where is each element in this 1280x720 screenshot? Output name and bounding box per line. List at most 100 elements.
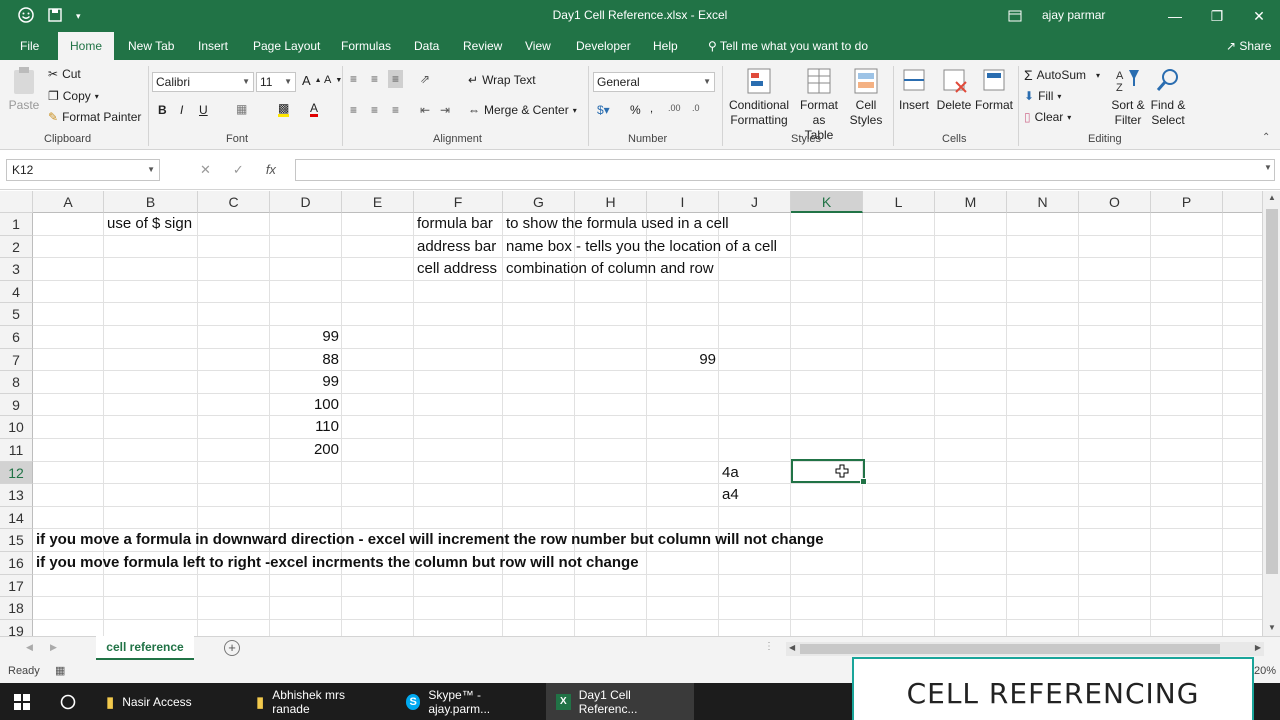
- horizontal-scroll-thumb[interactable]: [800, 644, 1220, 654]
- scroll-down-icon[interactable]: ▼: [1268, 623, 1276, 632]
- autosum-button[interactable]: Σ AutoSum ▾: [1024, 67, 1100, 83]
- cell-d8[interactable]: 99: [270, 371, 339, 393]
- taskbar-item-nasir-access[interactable]: ▮ Nasir Access: [96, 683, 238, 720]
- column-header-d[interactable]: D: [270, 191, 342, 213]
- format-as-table-button[interactable]: Format as Table: [793, 66, 845, 143]
- column-header-n[interactable]: N: [1007, 191, 1079, 213]
- tab-view[interactable]: View: [517, 32, 559, 60]
- decrease-decimal-icon[interactable]: .0: [692, 103, 700, 113]
- align-left-icon[interactable]: ≡: [350, 103, 357, 117]
- underline-icon[interactable]: U: [199, 103, 208, 117]
- delete-cells-button[interactable]: Delete: [935, 66, 973, 113]
- cell-g2[interactable]: name box - tells you the location of a c…: [506, 236, 777, 258]
- orientation-icon[interactable]: ⇗: [420, 72, 430, 86]
- column-header-b[interactable]: B: [104, 191, 198, 213]
- cortana-button[interactable]: [50, 683, 90, 720]
- row-header-7[interactable]: 7: [0, 348, 33, 372]
- font-name-select[interactable]: Calibri ▼: [152, 72, 254, 92]
- decrease-font-icon[interactable]: A ▼: [324, 74, 342, 86]
- column-header-o[interactable]: O: [1079, 191, 1151, 213]
- decrease-indent-icon[interactable]: ⇤: [420, 103, 430, 117]
- vertical-scrollbar[interactable]: ▲ ▼: [1262, 191, 1280, 636]
- row-header-9[interactable]: 9: [0, 393, 33, 417]
- active-cell-selection[interactable]: [791, 459, 867, 485]
- tell-me-search[interactable]: ⚲ Tell me what you want to do: [700, 32, 876, 60]
- tab-insert[interactable]: Insert: [190, 32, 236, 60]
- row-header-11[interactable]: 11: [0, 439, 33, 462]
- column-header-m[interactable]: M: [935, 191, 1007, 213]
- start-button[interactable]: [4, 683, 44, 720]
- tab-file[interactable]: File: [12, 32, 47, 60]
- row-header-17[interactable]: 17: [0, 574, 33, 598]
- copy-button[interactable]: ❐ Copy ▾: [48, 89, 99, 103]
- fill-button[interactable]: ⬇ Fill ▾: [1024, 89, 1061, 103]
- scroll-up-icon[interactable]: ▲: [1268, 193, 1276, 202]
- taskbar-item-abhishek[interactable]: ▮ Abhishek mrs ranade: [246, 683, 394, 720]
- row-header-19[interactable]: 19: [0, 619, 33, 636]
- cell-a16[interactable]: if you move formula left to right -excel…: [36, 552, 639, 574]
- cell-a15[interactable]: if you move a formula in downward direct…: [36, 529, 824, 551]
- user-name[interactable]: ajay parmar: [1042, 8, 1105, 22]
- cell-d9[interactable]: 100: [270, 394, 339, 416]
- row-header-10[interactable]: 10: [0, 416, 33, 439]
- find-select-button[interactable]: Find & Select: [1148, 66, 1188, 128]
- align-top-icon[interactable]: ≡: [350, 72, 357, 86]
- sheet-tab-cell-reference[interactable]: cell reference: [96, 636, 194, 660]
- comma-style-icon[interactable]: ,: [650, 103, 653, 115]
- cancel-entry-icon[interactable]: ✕: [200, 162, 211, 178]
- row-header-12[interactable]: 12: [0, 461, 33, 485]
- row-header-18[interactable]: 18: [0, 597, 33, 620]
- cell-j13[interactable]: a4: [722, 484, 739, 506]
- row-header-1[interactable]: 1: [0, 213, 33, 236]
- tab-new-tab[interactable]: New Tab: [120, 32, 182, 60]
- select-all-corner[interactable]: [0, 191, 33, 213]
- merge-center-button[interactable]: ⇔ Merge & Center ▾: [468, 103, 577, 117]
- scroll-right-icon[interactable]: ▶: [1255, 643, 1261, 652]
- cell-j12[interactable]: 4a: [722, 462, 739, 484]
- column-header-l[interactable]: L: [863, 191, 935, 213]
- cell-d7[interactable]: 88: [270, 349, 339, 371]
- align-center-icon[interactable]: ≡: [371, 103, 378, 117]
- horizontal-scrollbar[interactable]: ◀ ▶: [786, 642, 1264, 656]
- column-header-c[interactable]: C: [198, 191, 270, 213]
- column-header-g[interactable]: G: [503, 191, 575, 213]
- insert-function-icon[interactable]: fx: [266, 162, 276, 178]
- row-header-13[interactable]: 13: [0, 484, 33, 507]
- row-header-15[interactable]: 15: [0, 529, 33, 552]
- vertical-scroll-thumb[interactable]: [1266, 209, 1278, 574]
- cell-d6[interactable]: 99: [270, 326, 339, 348]
- ribbon-display-options-icon[interactable]: [1000, 0, 1030, 32]
- cell-d10[interactable]: 110: [270, 416, 339, 438]
- scroll-tabs-right-icon[interactable]: ▶: [50, 642, 57, 653]
- name-box[interactable]: K12 ▼: [6, 159, 160, 181]
- row-header-2[interactable]: 2: [0, 235, 33, 259]
- font-color-icon[interactable]: A: [310, 102, 319, 117]
- number-format-select[interactable]: General ▼: [593, 72, 715, 92]
- paste-button[interactable]: Paste: [6, 66, 42, 113]
- conditional-formatting-button[interactable]: Conditional Formatting: [727, 66, 791, 128]
- column-header-a[interactable]: A: [33, 191, 104, 213]
- column-header-k[interactable]: K: [791, 191, 863, 213]
- borders-icon[interactable]: ▦: [236, 102, 247, 116]
- bold-icon[interactable]: B: [158, 103, 167, 117]
- scroll-tabs-left-icon[interactable]: ◀: [26, 642, 33, 653]
- expand-formula-bar-icon[interactable]: ▼: [1264, 163, 1272, 172]
- sort-filter-button[interactable]: AZ Sort & Filter: [1108, 66, 1148, 128]
- column-header-f[interactable]: F: [414, 191, 503, 213]
- column-header-e[interactable]: E: [342, 191, 414, 213]
- align-right-icon[interactable]: ≡: [392, 103, 399, 117]
- wrap-text-button[interactable]: ↵ Wrap Text: [468, 73, 536, 87]
- accounting-format-icon[interactable]: $▾: [597, 103, 610, 117]
- cell-styles-button[interactable]: Cell Styles: [848, 66, 884, 128]
- formula-input[interactable]: [295, 159, 1275, 181]
- format-cells-button[interactable]: Format: [974, 66, 1014, 113]
- cell-d11[interactable]: 200: [270, 439, 339, 461]
- tab-data[interactable]: Data: [406, 32, 447, 60]
- tab-review[interactable]: Review: [455, 32, 510, 60]
- cell-f2[interactable]: address bar: [417, 236, 496, 258]
- column-header-h[interactable]: H: [575, 191, 647, 213]
- row-header-5[interactable]: 5: [0, 303, 33, 326]
- column-header-j[interactable]: J: [719, 191, 791, 213]
- clear-button[interactable]: ▯ Clear ▾: [1024, 110, 1071, 124]
- zoom-level[interactable]: 20%: [1254, 665, 1276, 677]
